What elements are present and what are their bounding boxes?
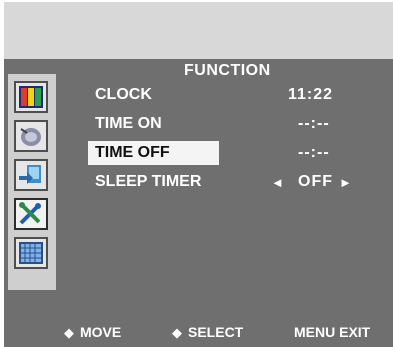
footer-select: ◆ SELECT xyxy=(172,324,243,341)
footer-move: ◆ MOVE xyxy=(64,324,121,341)
menu-title: FUNCTION xyxy=(184,62,271,79)
clock-value: 11:22 xyxy=(288,86,334,103)
time-on-value: --:-- xyxy=(298,115,330,132)
select-hint: SELECT xyxy=(188,324,244,340)
tools-icon[interactable] xyxy=(14,198,48,230)
sleep-timer-label[interactable]: SLEEP TIMER xyxy=(95,173,201,191)
diamond-icon: ◆ xyxy=(64,325,74,340)
time-off-value: --:-- xyxy=(298,144,330,161)
speaker-icon[interactable] xyxy=(14,120,48,152)
top-band xyxy=(4,2,393,59)
input-source-icon[interactable] xyxy=(14,159,48,191)
clock-label[interactable]: CLOCK xyxy=(95,86,152,104)
color-bars-icon[interactable] xyxy=(14,81,48,113)
time-on-label[interactable]: TIME ON xyxy=(95,115,162,133)
menu-sidebar xyxy=(8,74,56,290)
left-arrow-icon[interactable]: ◄ xyxy=(271,175,284,190)
time-off-label[interactable]: TIME OFF xyxy=(95,144,170,162)
osd-menu: FUNCTION CLOCK 11:22 TIME ON --:-- TIME … xyxy=(4,2,393,347)
move-hint: MOVE xyxy=(80,324,122,340)
right-arrow-icon[interactable]: ► xyxy=(339,175,352,190)
footer-menu-exit: MENU EXIT xyxy=(294,324,371,340)
grid-screen-icon[interactable] xyxy=(14,237,48,269)
sleep-timer-value: OFF xyxy=(298,173,333,190)
diamond-icon: ◆ xyxy=(172,325,182,340)
